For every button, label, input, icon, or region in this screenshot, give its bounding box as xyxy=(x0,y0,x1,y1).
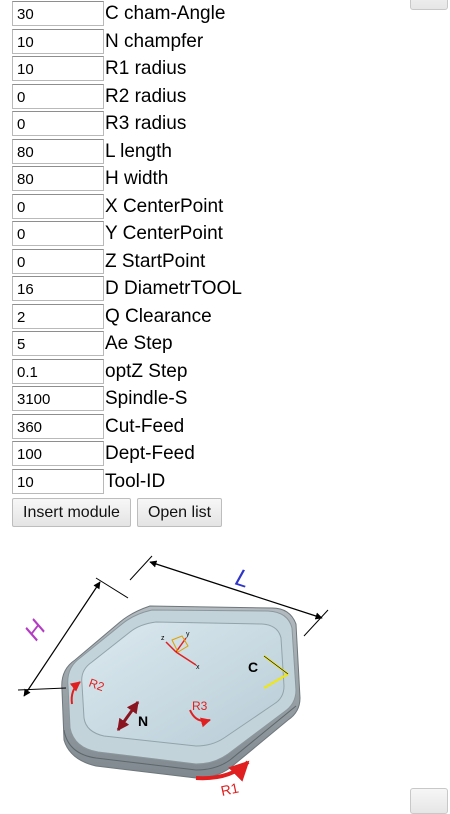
param-row-cut-feed: Cut-Feed xyxy=(12,413,312,441)
axis-z-label: z xyxy=(161,635,165,642)
x-centerpoint-label: X CenterPoint xyxy=(105,195,224,217)
d-diametr-tool-input[interactable] xyxy=(12,276,104,302)
d-diametr-tool-label: D DiametrTOOL xyxy=(105,278,242,300)
r3-radius-input[interactable] xyxy=(12,111,104,137)
n-chamfer-label: N xyxy=(138,713,148,729)
param-row-ae-step: Ae Step xyxy=(12,330,312,358)
param-row-tool-id: Tool-ID xyxy=(12,468,312,496)
c-angle-input[interactable] xyxy=(12,1,104,27)
r1-radius-input[interactable] xyxy=(12,56,104,82)
q-clearance-label: Q Clearance xyxy=(105,305,212,327)
y-centerpoint-input[interactable] xyxy=(12,221,104,247)
h-dimension-label: H xyxy=(19,615,51,646)
param-row-l-length: L length xyxy=(12,138,312,166)
insert-module-button[interactable]: Insert module xyxy=(12,498,131,527)
dept-feed-input[interactable] xyxy=(12,441,104,467)
r1-label: R1 xyxy=(219,780,240,799)
scroll-button[interactable] xyxy=(410,788,448,814)
tool-id-label: Tool-ID xyxy=(105,470,166,492)
param-row-n-chamfer: N champfer xyxy=(12,28,312,56)
h-width-input[interactable] xyxy=(12,166,104,192)
z-startpoint-label: Z StartPoint xyxy=(105,250,206,272)
ae-step-label: Ae Step xyxy=(105,333,173,355)
cut-feed-input[interactable] xyxy=(12,413,104,439)
param-row-q-clearance: Q Clearance xyxy=(12,303,312,331)
pocket-diagram: x y z L H C N R2 R3 R1 xyxy=(17,555,329,799)
parameter-list: C cham-Angle N champfer R1 radius R2 rad… xyxy=(12,0,312,495)
r1-radius-label: R1 radius xyxy=(105,58,187,80)
open-list-button[interactable]: Open list xyxy=(136,498,223,527)
n-chamfer-label: N champfer xyxy=(105,30,204,52)
spindle-s-input[interactable] xyxy=(12,386,104,412)
ae-step-input[interactable] xyxy=(12,331,104,357)
param-row-h-width: H width xyxy=(12,165,312,193)
h-width-label: H width xyxy=(105,168,169,190)
param-row-dept-feed: Dept-Feed xyxy=(12,440,312,468)
param-row-d-diametr-tool: D DiametrTOOL xyxy=(12,275,312,303)
param-row-r1-radius: R1 radius xyxy=(12,55,312,83)
optz-step-label: optZ Step xyxy=(105,360,188,382)
z-startpoint-input[interactable] xyxy=(12,248,104,274)
menu-button[interactable] xyxy=(410,0,448,10)
param-row-r3-radius: R3 radius xyxy=(12,110,312,138)
l-dimension-label: L xyxy=(232,564,253,594)
param-row-z-startpoint: Z StartPoint xyxy=(12,248,312,276)
param-row-c-angle: C cham-Angle xyxy=(12,0,312,28)
y-centerpoint-label: Y CenterPoint xyxy=(105,223,223,245)
n-chamfer-input[interactable] xyxy=(12,28,104,54)
q-clearance-input[interactable] xyxy=(12,303,104,329)
l-length-input[interactable] xyxy=(12,138,104,164)
r2-radius-input[interactable] xyxy=(12,83,104,109)
r2-radius-label: R2 radius xyxy=(105,85,187,107)
param-row-x-centerpoint: X CenterPoint xyxy=(12,193,312,221)
x-centerpoint-input[interactable] xyxy=(12,193,104,219)
optz-step-input[interactable] xyxy=(12,358,104,384)
spindle-s-label: Spindle-S xyxy=(105,388,188,410)
r3-label: R3 xyxy=(192,699,208,713)
tool-id-input[interactable] xyxy=(12,468,104,494)
l-length-label: L length xyxy=(105,140,172,162)
c-angle-label: C xyxy=(248,659,258,675)
c-angle-label: C cham-Angle xyxy=(105,3,226,25)
param-row-spindle-s: Spindle-S xyxy=(12,385,312,413)
param-row-optz-step: optZ Step xyxy=(12,358,312,386)
dept-feed-label: Dept-Feed xyxy=(105,443,195,465)
action-buttons: Insert module Open list xyxy=(12,498,228,527)
cut-feed-label: Cut-Feed xyxy=(105,415,185,437)
param-row-y-centerpoint: Y CenterPoint xyxy=(12,220,312,248)
axis-y-label: y xyxy=(186,631,190,638)
axis-x-label: x xyxy=(196,664,200,671)
param-row-r2-radius: R2 radius xyxy=(12,83,312,111)
r3-radius-label: R3 radius xyxy=(105,113,187,135)
